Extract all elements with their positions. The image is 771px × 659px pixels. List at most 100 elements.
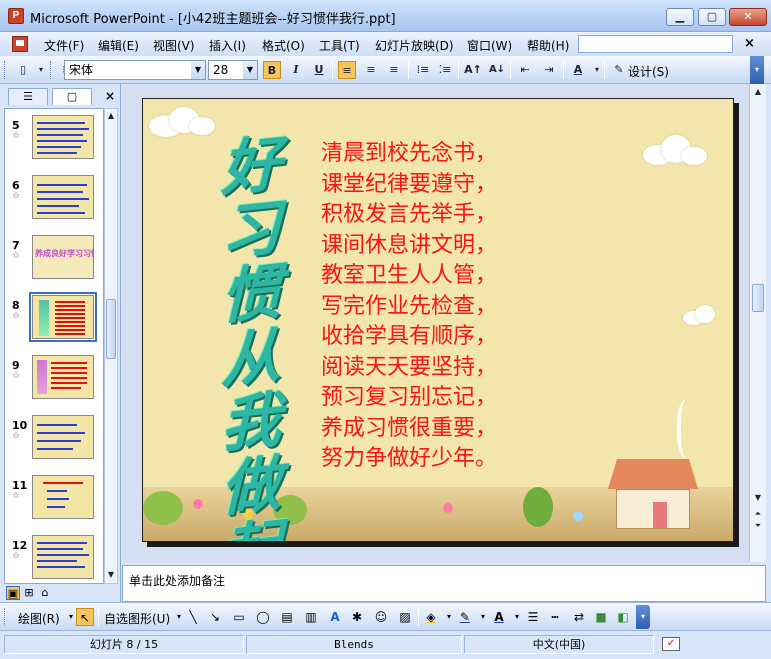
previous-slide-icon[interactable]: ⏶ (752, 508, 764, 520)
chevron-down-icon[interactable]: ▼ (191, 61, 205, 79)
thumbnail-scrollbar[interactable]: ▲ ▼ (104, 108, 118, 584)
text-box-icon[interactable]: ▤ (278, 608, 296, 626)
tab-slides[interactable]: ▢ (52, 88, 92, 105)
next-slide-icon[interactable]: ⏷ (752, 520, 764, 532)
toolbar-dropdown-icon[interactable]: ▾ (32, 61, 50, 79)
align-center-icon[interactable]: ≡ (362, 61, 380, 79)
notes-placeholder: 单击此处添加备注 (129, 574, 226, 588)
align-left-icon[interactable]: ≡ (338, 61, 356, 79)
help-search-input[interactable] (578, 35, 733, 53)
decrease-indent-icon[interactable]: ⇤ (516, 61, 534, 79)
scroll-up-icon[interactable]: ▲ (105, 110, 117, 122)
oval-icon[interactable]: ◯ (254, 608, 272, 626)
slide-preview (32, 115, 94, 159)
clip-art-icon[interactable]: ☺ (372, 608, 390, 626)
slide-thumbnail-5[interactable]: 5 ☆ (5, 113, 103, 173)
increase-font-size-icon[interactable]: A↑ (464, 61, 482, 79)
increase-indent-icon[interactable]: ⇥ (540, 61, 558, 79)
close-icon[interactable]: × (105, 89, 115, 103)
numbered-list-icon[interactable]: ⁞≡ (414, 61, 432, 79)
menu-tools[interactable]: 工具(T) (319, 37, 360, 54)
font-name-select[interactable]: 宋体 ▼ (64, 60, 206, 80)
diagram-icon[interactable]: ✱ (348, 608, 366, 626)
decrease-font-size-icon[interactable]: A↓ (488, 61, 506, 79)
draw-menu-button[interactable]: 绘图(R) (18, 610, 60, 627)
poem-line: 课间休息讲文明， (321, 232, 498, 258)
close-document-icon[interactable]: × (744, 36, 755, 51)
picture-icon[interactable]: ▨ (396, 608, 414, 626)
toolbar-grip[interactable] (4, 608, 7, 626)
menu-file[interactable]: 文件(F) (44, 37, 84, 54)
document-icon[interactable] (12, 36, 28, 52)
poem-line: 阅读天天要坚持， (321, 354, 498, 380)
slideshow-icon[interactable]: ⌂ (38, 586, 52, 600)
scroll-down-icon[interactable]: ▼ (105, 569, 117, 581)
align-right-icon[interactable]: ≡ (385, 61, 403, 79)
slide-thumbnail-10[interactable]: 10 ☆ (5, 413, 103, 473)
3d-style-icon[interactable]: ◧ (614, 608, 632, 626)
arrow-icon[interactable]: ↘ (206, 608, 224, 626)
slide-scrollbar[interactable]: ▲ ▼ ⏶ ⏷ (749, 84, 766, 562)
slide-thumbnail-6[interactable]: 6 ☆ (5, 173, 103, 233)
design-icon[interactable]: ✎ (610, 61, 628, 79)
scrollbar-thumb[interactable] (752, 284, 764, 312)
line-style-icon[interactable]: ☰ (524, 608, 542, 626)
notes-pane[interactable]: 单击此处添加备注 (122, 565, 766, 602)
spelling-check-icon[interactable]: ✓ (662, 637, 680, 651)
font-name-value: 宋体 (69, 63, 94, 77)
scroll-up-icon[interactable]: ▲ (752, 86, 764, 98)
shadow-style-icon[interactable]: ■ (592, 608, 610, 626)
design-button[interactable]: 设计(S) (628, 63, 669, 80)
underline-button[interactable]: U (310, 61, 328, 79)
menu-window[interactable]: 窗口(W) (467, 37, 512, 54)
restore-button[interactable]: ▢ (698, 8, 726, 26)
menu-insert[interactable]: 插入(I) (209, 37, 246, 54)
menu-help[interactable]: 帮助(H) (527, 37, 569, 54)
line-color-icon[interactable]: ✎ (456, 608, 474, 626)
toolbar-options-icon[interactable]: ▾ (750, 56, 764, 84)
arrow-style-icon[interactable]: ⇄ (570, 608, 588, 626)
scrollbar-thumb[interactable] (106, 299, 116, 359)
menu-view[interactable]: 视图(V) (153, 37, 195, 54)
scroll-down-icon[interactable]: ▼ (752, 492, 764, 504)
slide-thumbnail-11[interactable]: 11 ☆ (5, 473, 103, 533)
menu-slideshow[interactable]: 幻灯片放映(D) (375, 37, 454, 54)
slide-preview (32, 175, 94, 219)
tree (523, 487, 553, 527)
new-document-icon[interactable]: ▯ (14, 61, 32, 79)
bold-button[interactable]: B (263, 61, 281, 79)
toolbar-grip[interactable] (50, 61, 53, 79)
close-button[interactable]: ✕ (729, 8, 767, 26)
select-objects-icon[interactable]: ↖ (76, 608, 94, 626)
normal-view-icon[interactable]: ▣ (6, 586, 20, 600)
menu-edit[interactable]: 编辑(E) (98, 37, 139, 54)
rectangle-icon[interactable]: ▭ (230, 608, 248, 626)
toolbar-options-icon[interactable]: ▾ (636, 605, 650, 629)
slide-thumbnail-9[interactable]: 9 ☆ (5, 353, 103, 413)
tab-outline[interactable]: ☰ (8, 88, 48, 105)
slide-thumbnail-12[interactable]: 12 ☆ (5, 533, 103, 583)
slide-thumbnail-7[interactable]: 7 ☆ 养成良好学习习惯 (5, 233, 103, 293)
font-color-icon[interactable]: A (490, 608, 508, 626)
dash-style-icon[interactable]: ┅ (546, 608, 564, 626)
font-color-icon[interactable]: A (569, 61, 587, 79)
formatting-toolbar: ▯ ▾ ⁝ 宋体 ▼ 28 ▼ B I U ≡ ≡ ≡ ⁞≡ ⁚≡ A↑ A↓ … (0, 56, 771, 84)
vertical-text-box-icon[interactable]: ▥ (302, 608, 320, 626)
powerpoint-icon[interactable]: P (8, 8, 24, 24)
minimize-button[interactable]: ▁ (666, 8, 694, 26)
toolbar-grip[interactable] (4, 61, 7, 79)
italic-button[interactable]: I (287, 61, 305, 79)
fill-color-icon[interactable]: ◈ (422, 608, 440, 626)
current-slide[interactable]: 好习惯从我做起！ 清晨到校先念书， 课堂纪律要遵守， 积极发言先举手， 课间休息… (142, 98, 734, 542)
bulleted-list-icon[interactable]: ⁚≡ (436, 61, 454, 79)
chevron-down-icon[interactable]: ▼ (243, 61, 257, 79)
language-indicator: 中文(中国) (464, 635, 654, 654)
slide-sorter-icon[interactable]: ⊞ (22, 586, 36, 600)
title-glyph: 做 (221, 448, 281, 526)
font-size-select[interactable]: 28 ▼ (208, 60, 258, 80)
slide-thumbnail-8[interactable]: 8 ☆ (5, 292, 103, 353)
menu-format[interactable]: 格式(O) (262, 37, 305, 54)
wordart-icon[interactable]: A (326, 608, 344, 626)
line-icon[interactable]: ╲ (184, 608, 202, 626)
autoshapes-button[interactable]: 自选图形(U) (104, 610, 170, 627)
